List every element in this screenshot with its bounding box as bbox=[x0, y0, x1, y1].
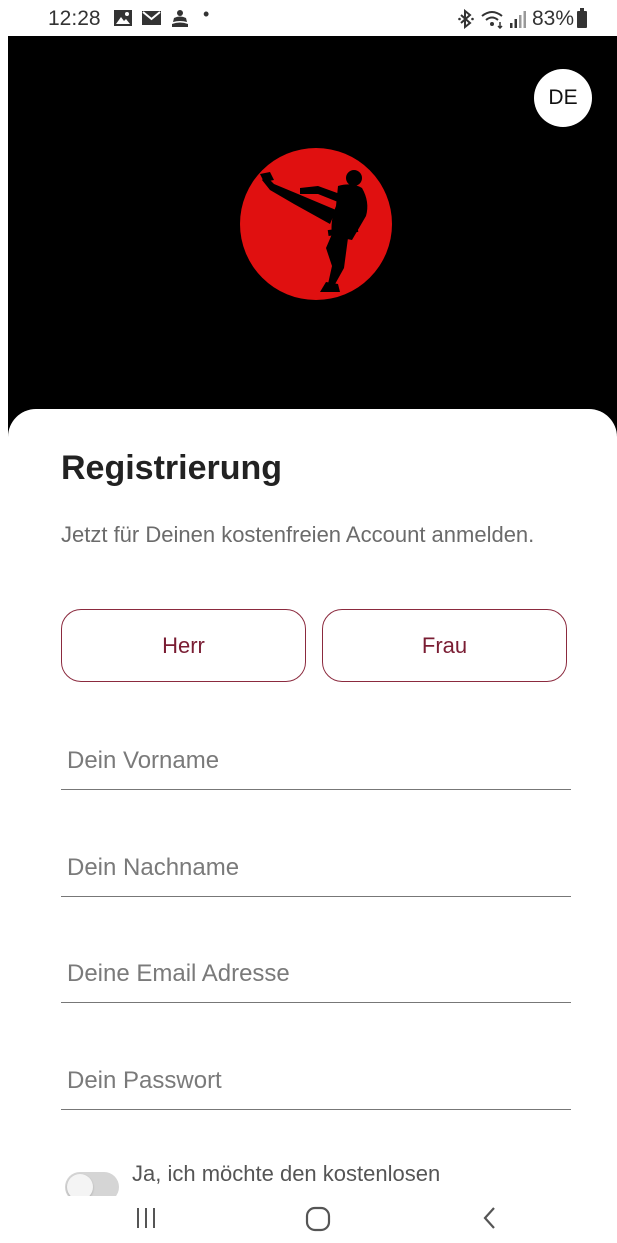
karate-kick-logo bbox=[240, 148, 392, 300]
last-name-input[interactable] bbox=[67, 854, 557, 882]
gender-herr-button[interactable]: Herr bbox=[61, 609, 306, 682]
gender-frau-button[interactable]: Frau bbox=[322, 609, 567, 682]
system-nav-bar bbox=[0, 1196, 617, 1243]
page-subtitle: Jetzt für Deinen kostenfreien Account an… bbox=[61, 522, 535, 547]
status-time: 12:28 bbox=[48, 7, 101, 30]
first-name-input[interactable] bbox=[67, 747, 557, 775]
language-button[interactable]: DE bbox=[534, 69, 592, 127]
status-right: 83% bbox=[458, 7, 587, 31]
recent-apps-icon[interactable] bbox=[134, 1206, 158, 1230]
email-field bbox=[61, 942, 571, 1003]
registration-card: Registrierung Jetzt für Deinen kostenfre… bbox=[8, 409, 617, 1243]
bluetooth-icon bbox=[458, 9, 474, 29]
page-title: Registrierung bbox=[61, 449, 283, 487]
email-input[interactable] bbox=[67, 960, 557, 988]
password-field bbox=[61, 1049, 571, 1110]
first-name-field bbox=[61, 729, 571, 790]
cloud-icon bbox=[172, 10, 188, 27]
wifi-icon bbox=[481, 11, 503, 29]
battery-icon bbox=[577, 7, 587, 28]
home-icon[interactable] bbox=[305, 1206, 331, 1232]
battery-percent: 83% bbox=[531, 7, 574, 30]
consent-label: Ja, ich möchte den kostenlosen bbox=[132, 1161, 441, 1186]
status-bar: 12:28 • 83% bbox=[0, 0, 617, 36]
mail-icon bbox=[142, 11, 161, 25]
notification-dot: • bbox=[203, 4, 210, 24]
last-name-field bbox=[61, 836, 571, 897]
gallery-icon bbox=[114, 10, 132, 26]
hero-banner: DE bbox=[8, 36, 617, 456]
registration-screen: 12:28 • 83% DE Registrierung Jetzt für D… bbox=[0, 0, 617, 1243]
signal-icon bbox=[509, 11, 526, 28]
back-icon[interactable] bbox=[481, 1206, 499, 1230]
password-input[interactable] bbox=[67, 1067, 557, 1095]
